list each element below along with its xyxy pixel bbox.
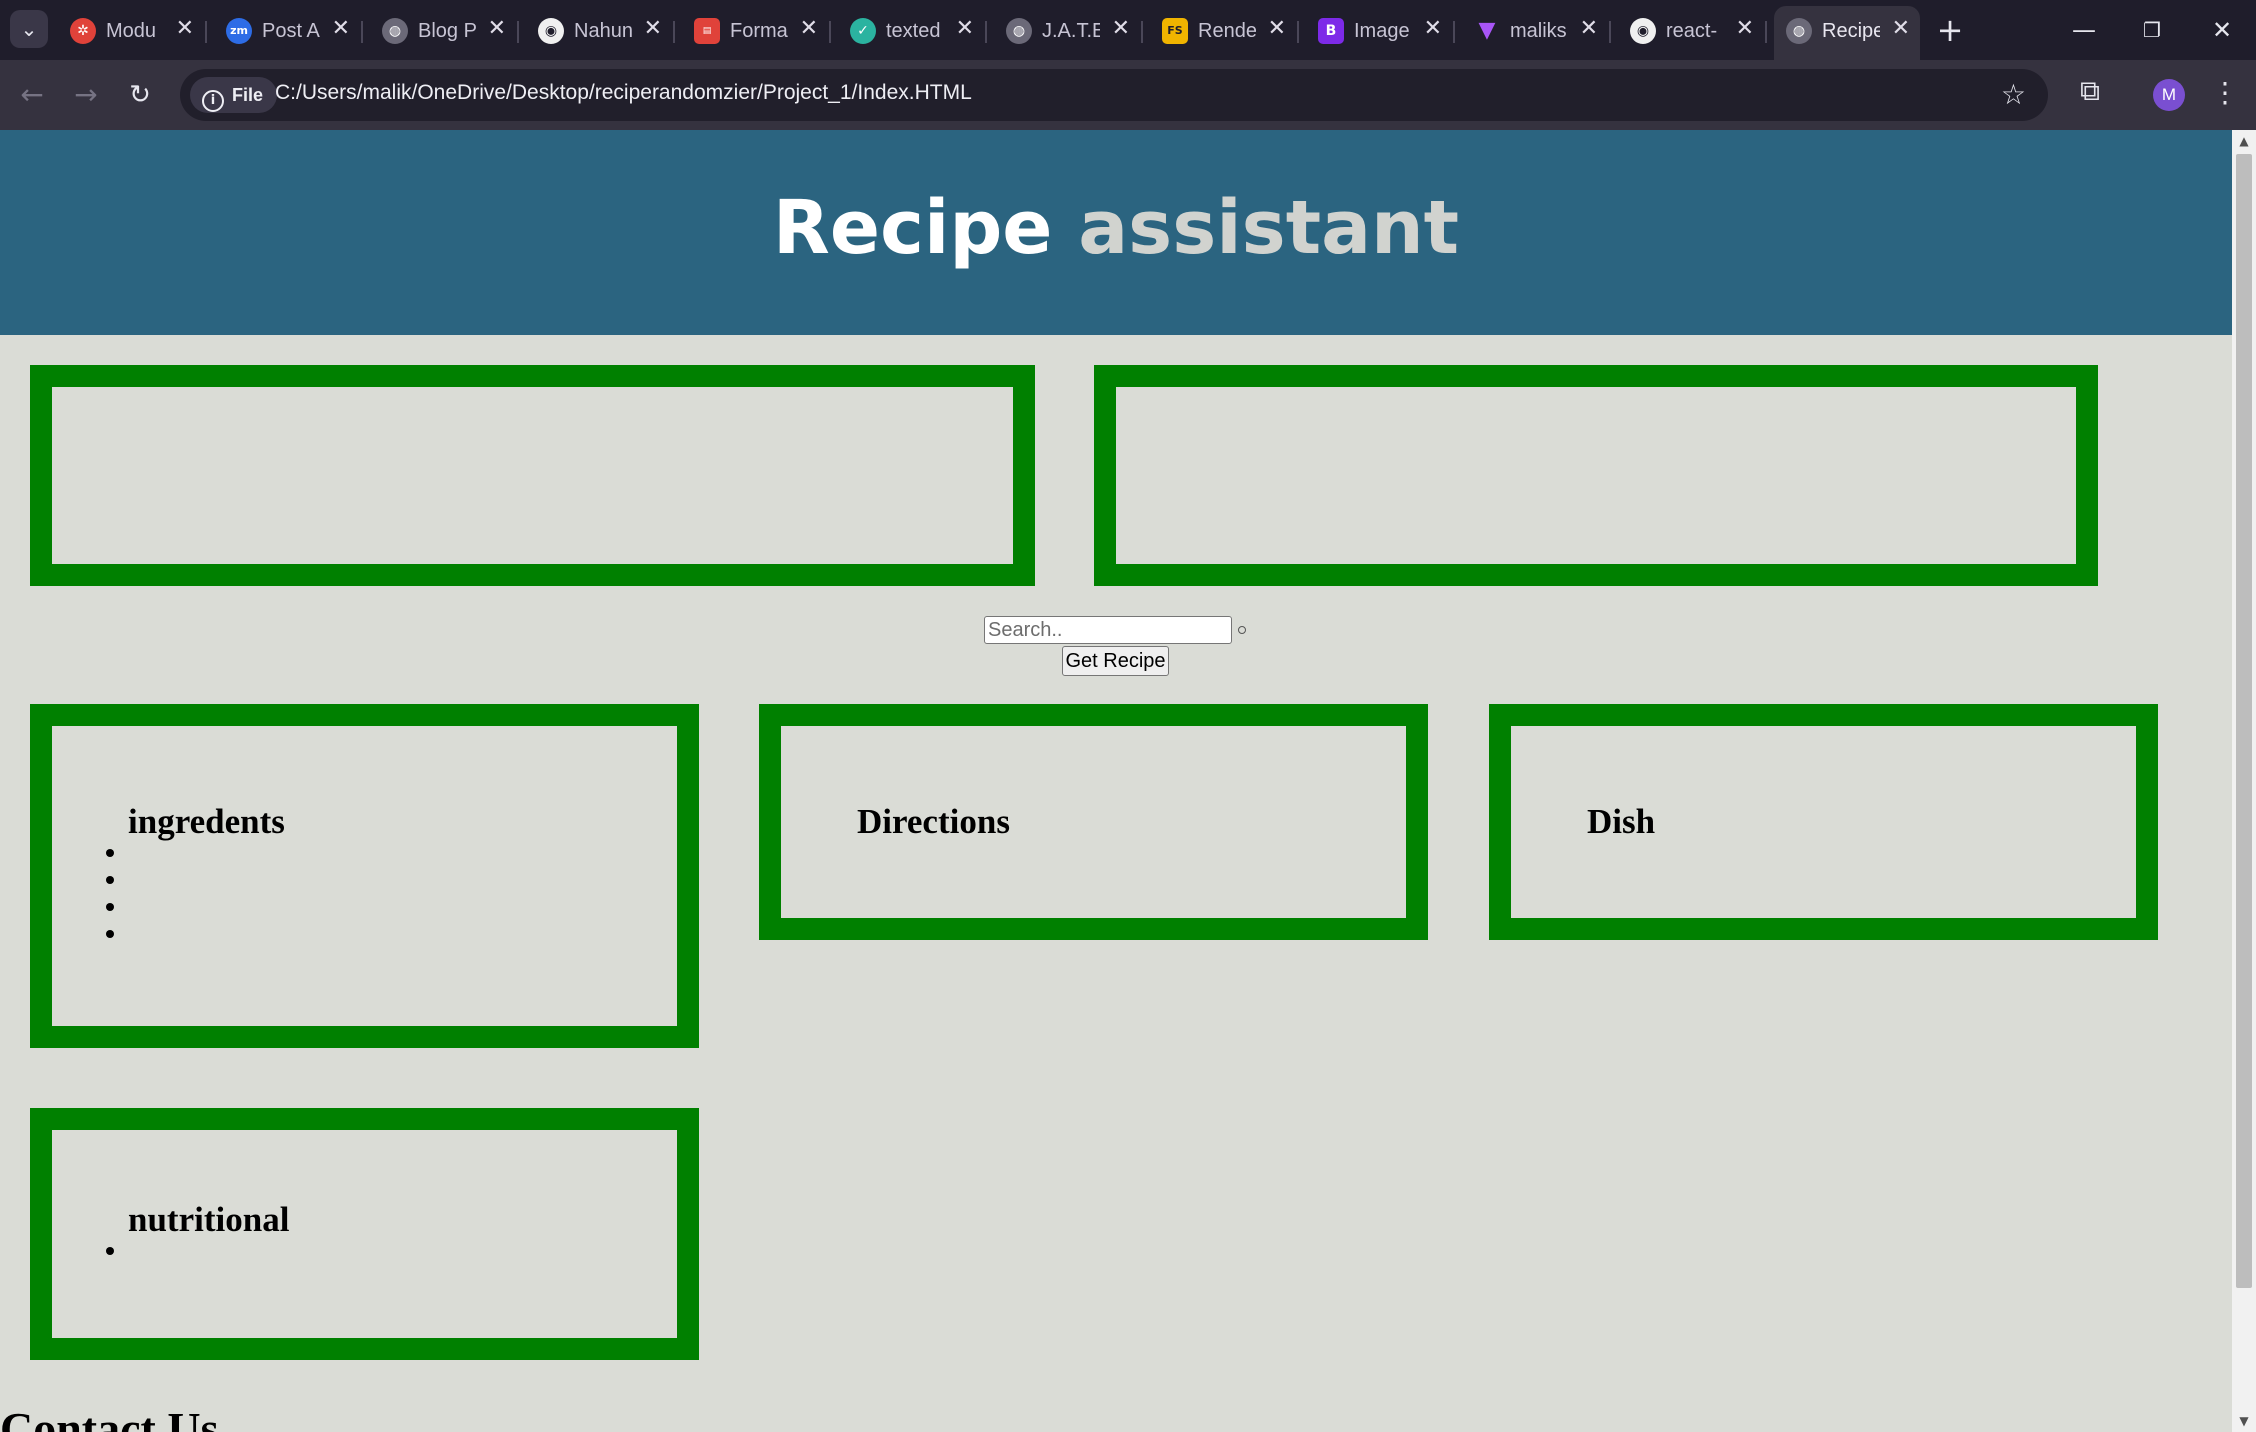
new-tab-plus-icon[interactable]: + bbox=[1930, 10, 1970, 50]
list-item bbox=[106, 840, 126, 867]
wheel-icon: ✲ bbox=[70, 18, 96, 44]
list-item bbox=[106, 921, 126, 948]
browser-tab[interactable]: ◍ J.A.T.E ✕ bbox=[994, 8, 1143, 54]
get-recipe-button[interactable]: Get Recipe bbox=[1062, 646, 1169, 676]
tab-close-icon[interactable]: ✕ bbox=[644, 16, 662, 41]
leaf-icon: ✓ bbox=[850, 18, 876, 44]
nutritional-heading: nutritional bbox=[128, 1200, 290, 1239]
vertical-scrollbar[interactable]: ▲ ▼ bbox=[2232, 130, 2256, 1432]
address-bar[interactable]: i File C:/Users/malik/OneDrive/Desktop/re… bbox=[180, 69, 2048, 121]
browser-tab[interactable]: ◍ Blog P ✕ bbox=[370, 8, 519, 54]
browser-tab[interactable]: ✲ Modu ✕ bbox=[58, 8, 207, 54]
page-title: Recipe assistant bbox=[772, 185, 1460, 271]
browser-tab[interactable]: zm Post A ✕ bbox=[214, 8, 363, 54]
tab-close-icon[interactable]: ✕ bbox=[1268, 16, 1286, 41]
browser-tab[interactable]: ✓ texted ✕ bbox=[838, 8, 987, 54]
tab-close-icon[interactable]: ✕ bbox=[176, 16, 194, 41]
info-icon: i bbox=[202, 90, 224, 112]
kebab-menu-icon[interactable]: ⋮ bbox=[2210, 76, 2240, 109]
nutritional-box: nutritional bbox=[30, 1108, 699, 1360]
browser-tab[interactable]: ◉ react- ✕ bbox=[1618, 8, 1767, 54]
restore-icon[interactable]: ❐ bbox=[2122, 8, 2182, 52]
extensions-puzzle-icon[interactable]: ⧉ bbox=[2070, 74, 2110, 114]
forward-arrow-icon[interactable]: → bbox=[66, 75, 106, 115]
browser-tab[interactable]: ◉ Nahun ✕ bbox=[526, 8, 675, 54]
ingredents-list bbox=[106, 840, 126, 948]
scroll-down-arrow-icon[interactable]: ▼ bbox=[2232, 1414, 2256, 1428]
search-indicator-icon bbox=[1238, 626, 1246, 634]
page-header: Recipe assistant bbox=[0, 130, 2232, 335]
browser-tab[interactable]: ▤ Forma ✕ bbox=[682, 8, 831, 54]
fs-icon: FS bbox=[1162, 18, 1188, 44]
tab-strip: ⌄ ✲ Modu ✕ zm Post A ✕ ◍ Blog P ✕ ◉ Nahu… bbox=[0, 0, 2256, 60]
globe-icon: ◍ bbox=[382, 18, 408, 44]
dish-box: Dish bbox=[1489, 704, 2158, 940]
profile-avatar[interactable]: M bbox=[2153, 79, 2185, 111]
tab-search-chevron-icon[interactable]: ⌄ bbox=[10, 10, 48, 48]
browser-tab[interactable]: FS Rende ✕ bbox=[1150, 8, 1299, 54]
minimize-icon[interactable]: — bbox=[2054, 8, 2114, 52]
ingredents-box: ingredents bbox=[30, 704, 699, 1048]
globe-icon: ◍ bbox=[1786, 18, 1812, 44]
docs-icon: ▤ bbox=[694, 18, 720, 44]
browser-tab-active[interactable]: ◍ Recipe ✕ bbox=[1774, 6, 1920, 60]
scroll-up-arrow-icon[interactable]: ▲ bbox=[2232, 134, 2256, 148]
page-viewport: Recipe assistant Get Recipe ingredents D… bbox=[0, 130, 2232, 1432]
address-url[interactable]: C:/Users/malik/OneDrive/Desktop/recipera… bbox=[275, 81, 972, 105]
back-arrow-icon[interactable]: ← bbox=[12, 75, 52, 115]
search-input[interactable] bbox=[984, 616, 1232, 644]
bookmark-star-icon[interactable]: ☆ bbox=[2001, 78, 2026, 111]
tab-close-icon[interactable]: ✕ bbox=[800, 16, 818, 41]
tab-close-icon[interactable]: ✕ bbox=[488, 16, 506, 41]
tab-close-icon[interactable]: ✕ bbox=[1112, 16, 1130, 41]
list-item bbox=[106, 867, 126, 894]
directions-heading: Directions bbox=[857, 802, 1010, 841]
directions-box: Directions bbox=[759, 704, 1428, 940]
zm-icon: zm bbox=[226, 18, 252, 44]
vite-icon: ▼ bbox=[1478, 18, 1496, 43]
browser-toolbar: ← → ↻ i File C:/Users/malik/OneDrive/Desk… bbox=[0, 60, 2256, 130]
top-right-box bbox=[1094, 365, 2098, 586]
reload-icon[interactable]: ↻ bbox=[120, 75, 160, 115]
nutritional-list bbox=[106, 1238, 126, 1265]
tab-close-icon[interactable]: ✕ bbox=[1736, 16, 1754, 41]
top-left-box bbox=[30, 365, 1035, 586]
dish-heading: Dish bbox=[1587, 802, 1656, 841]
contact-heading: Contact Us bbox=[0, 1403, 219, 1432]
scrollbar-thumb[interactable] bbox=[2236, 154, 2252, 1288]
b-icon: B bbox=[1318, 18, 1344, 44]
list-item bbox=[106, 894, 126, 921]
globe-icon: ◍ bbox=[1006, 18, 1032, 44]
browser-tab[interactable]: B Image ✕ bbox=[1306, 8, 1455, 54]
close-window-icon[interactable]: ✕ bbox=[2192, 8, 2252, 52]
tab-close-icon[interactable]: ✕ bbox=[1580, 16, 1598, 41]
tab-close-icon[interactable]: ✕ bbox=[956, 16, 974, 41]
github-icon: ◉ bbox=[538, 18, 564, 44]
github-icon: ◉ bbox=[1630, 18, 1656, 44]
tab-close-icon[interactable]: ✕ bbox=[1424, 16, 1442, 41]
tab-close-icon[interactable]: ✕ bbox=[1892, 16, 1910, 41]
browser-tab[interactable]: ▼ maliks ✕ bbox=[1462, 8, 1611, 54]
tab-close-icon[interactable]: ✕ bbox=[332, 16, 350, 41]
list-item bbox=[106, 1238, 126, 1265]
site-info-chip[interactable]: i File bbox=[190, 77, 278, 113]
ingredents-heading: ingredents bbox=[128, 802, 285, 841]
